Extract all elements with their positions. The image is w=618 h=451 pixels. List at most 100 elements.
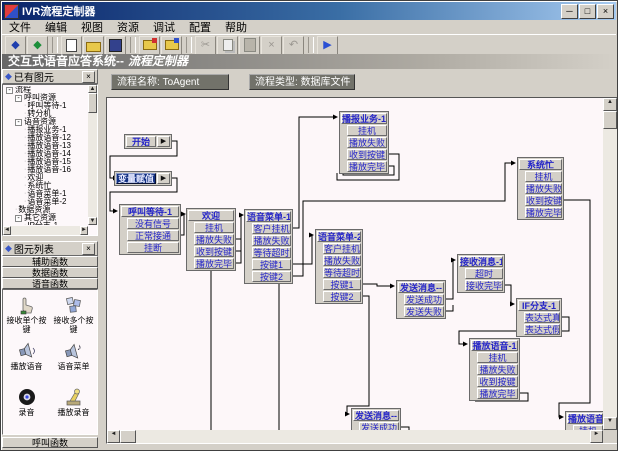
export-flow-icon[interactable] — [161, 36, 182, 55]
flow-block-title[interactable]: 语音菜单-1 — [246, 211, 291, 222]
flow-block-port[interactable]: 正常接通 — [127, 230, 179, 241]
flow-block-1[interactable]: 变量赋值▶ — [114, 171, 172, 186]
flow-block-title[interactable]: 语音菜单-2 — [317, 231, 361, 242]
flow-block-title[interactable]: 系统忙 — [519, 159, 562, 170]
flow-block-9[interactable]: IF分支-1表达式真表达式假 — [516, 298, 562, 337]
scroll-thumb[interactable] — [120, 430, 136, 443]
flow-block-port[interactable]: 播放完毕 — [194, 258, 234, 269]
flow-block-port[interactable]: 收到按键 — [525, 195, 562, 206]
flow-block-3[interactable]: 欢迎挂机播放失败收到按键播放完毕 — [186, 208, 236, 271]
menu-item-6[interactable]: 帮助 — [218, 19, 254, 35]
save-icon[interactable] — [105, 36, 126, 55]
flow-block-port[interactable]: 按键2 — [323, 291, 361, 302]
tree-horizontal-scrollbar[interactable]: ◄ ► — [3, 226, 88, 235]
menu-item-3[interactable]: 资源 — [110, 19, 146, 35]
flow-block-port[interactable]: 按键1 — [252, 259, 291, 270]
flow-block-title[interactable]: 变量赋值 — [116, 173, 156, 184]
menu-item-1[interactable]: 编辑 — [38, 19, 74, 35]
flow-block-port[interactable]: 播放完毕 — [477, 388, 518, 399]
flow-block-port[interactable]: 发送失败 — [404, 306, 444, 317]
flow-block-6[interactable]: 语音菜单-2客户挂机播放失败等待超时按键1按键2 — [315, 229, 363, 304]
menu-item-5[interactable]: 配置 — [182, 19, 218, 35]
flow-block-port[interactable]: 收到按键 — [347, 149, 387, 160]
nav-back-diamond-icon[interactable]: ◆ — [5, 36, 26, 55]
scroll-up-icon[interactable]: ▲ — [603, 98, 617, 111]
flow-block-port[interactable]: 按键2 — [252, 271, 291, 282]
flow-block-title[interactable]: 开始 — [126, 136, 156, 147]
palette-item-multi-key[interactable]: 接收多个按键 — [50, 294, 97, 340]
canvas-horizontal-scrollbar[interactable]: ◄ ► — [107, 430, 603, 443]
scroll-right-icon[interactable]: ► — [80, 226, 88, 235]
menu-item-0[interactable]: 文件 — [2, 19, 38, 35]
flow-block-title[interactable]: 播放语音-1 — [471, 340, 518, 351]
flow-block-port[interactable]: 收到按键 — [194, 246, 234, 257]
flow-block-port[interactable]: 播放失败 — [477, 364, 518, 375]
flow-block-11[interactable]: 播放语音-1挂机播放失败收到按键播放完毕 — [469, 338, 520, 401]
flow-block-8[interactable]: 接收消息-1超时接收完毕 — [457, 254, 505, 293]
flow-block-7[interactable]: 发送消息--发送成功发送失败 — [396, 280, 446, 319]
nav-forward-diamond-icon[interactable]: ◆ — [27, 36, 48, 55]
flow-block-port[interactable]: 播放失败 — [252, 235, 291, 246]
tree-item-17[interactable]: ·IP分支-1 — [4, 222, 87, 225]
tree-item-10[interactable]: ·播放语音-16 — [4, 166, 87, 174]
scroll-left-icon[interactable]: ◄ — [107, 430, 120, 443]
section-0[interactable]: 辅助函数 — [2, 256, 98, 267]
tree-expand-icon[interactable]: - — [15, 95, 22, 102]
menu-item-2[interactable]: 视图 — [74, 19, 110, 35]
flow-block-5[interactable]: 播报业务-1挂机播放失败收到按键播放完毕 — [339, 111, 389, 174]
flow-block-port[interactable]: 超时 — [465, 268, 503, 279]
tree-expand-icon[interactable]: - — [15, 119, 22, 126]
flow-block-port[interactable]: 挂机 — [573, 425, 603, 430]
flow-block-13[interactable]: 播放语音-1挂机播放失败 — [565, 411, 603, 430]
play-step-icon[interactable]: ▶ — [157, 173, 170, 184]
flow-block-port[interactable]: 等待超时 — [252, 247, 291, 258]
flow-block-port[interactable]: 表达式假 — [524, 324, 560, 335]
flow-block-port[interactable]: 挂机 — [525, 171, 562, 182]
minimize-button[interactable]: ─ — [561, 4, 578, 19]
flow-block-port[interactable]: 客户挂机 — [323, 243, 361, 254]
flow-block-port[interactable]: 挂断 — [127, 242, 179, 253]
flow-block-port[interactable]: 挂机 — [477, 352, 518, 363]
flow-block-title[interactable]: 接收消息-1 — [459, 256, 503, 267]
flow-block-port[interactable]: 接收完毕 — [465, 280, 503, 291]
flow-block-10[interactable]: 系统忙挂机播放失败收到按键播放完毕 — [517, 157, 564, 220]
tree-expand-icon[interactable]: - — [15, 215, 22, 222]
flow-block-title[interactable]: 发送消息-- — [398, 282, 444, 293]
flow-block-4[interactable]: 语音菜单-1客户挂机播放失败等待超时按键1按键2 — [244, 209, 293, 284]
tree-expand-icon[interactable]: - — [6, 87, 13, 94]
new-file-icon[interactable] — [61, 36, 82, 55]
close-button[interactable]: × — [597, 4, 614, 19]
palette-item-voice-menu[interactable]: ♪语音菜单 — [50, 340, 97, 386]
import-flow-icon[interactable] — [139, 36, 160, 55]
canvas-vertical-scrollbar[interactable]: ▲ ▼ — [603, 98, 617, 430]
flow-block-port[interactable]: 发送成功 — [404, 294, 444, 305]
flow-block-port[interactable]: 播放失败 — [347, 137, 387, 148]
close-panel-icon[interactable]: × — [82, 243, 95, 255]
play-step-icon[interactable]: ▶ — [157, 136, 170, 147]
flow-block-0[interactable]: 开始▶ — [124, 134, 172, 149]
tree-vertical-scrollbar[interactable]: ▲ ▼ — [88, 85, 97, 225]
palette-item-play-voice[interactable]: 播放语音 — [3, 340, 50, 386]
flow-block-title[interactable]: 欢迎 — [188, 210, 234, 221]
flow-block-port[interactable]: 等待超时 — [323, 267, 361, 278]
flow-block-port[interactable]: 播放失败 — [194, 234, 234, 245]
palette-item-single-key[interactable]: 接收单个按键 — [3, 294, 50, 340]
scroll-left-icon[interactable]: ◄ — [3, 226, 11, 235]
section-call-functions[interactable]: 呼叫函数 — [2, 437, 98, 448]
flow-block-title[interactable]: 播放语音-1 — [567, 413, 603, 424]
section-1[interactable]: 数据函数 — [2, 267, 98, 278]
flow-block-port[interactable]: 播放失败 — [525, 183, 562, 194]
flow-block-title[interactable]: 呼叫等待-1 — [121, 206, 179, 217]
flow-block-port[interactable]: 发送成功 — [359, 422, 399, 430]
run-icon[interactable]: ▶ — [317, 36, 338, 55]
flow-block-port[interactable]: 播放完毕 — [347, 161, 387, 172]
flow-block-port[interactable]: 挂机 — [347, 125, 387, 136]
scroll-down-icon[interactable]: ▼ — [603, 417, 617, 430]
scroll-thumb[interactable] — [603, 111, 617, 129]
flow-block-port[interactable]: 挂机 — [194, 222, 234, 233]
scroll-thumb[interactable] — [88, 93, 97, 113]
scroll-up-icon[interactable]: ▲ — [88, 85, 97, 93]
title-bar[interactable]: IVR流程定制器 ─ □ × — [2, 2, 616, 20]
open-folder-icon[interactable] — [83, 36, 104, 55]
flow-block-port[interactable]: 收到按键 — [477, 376, 518, 387]
